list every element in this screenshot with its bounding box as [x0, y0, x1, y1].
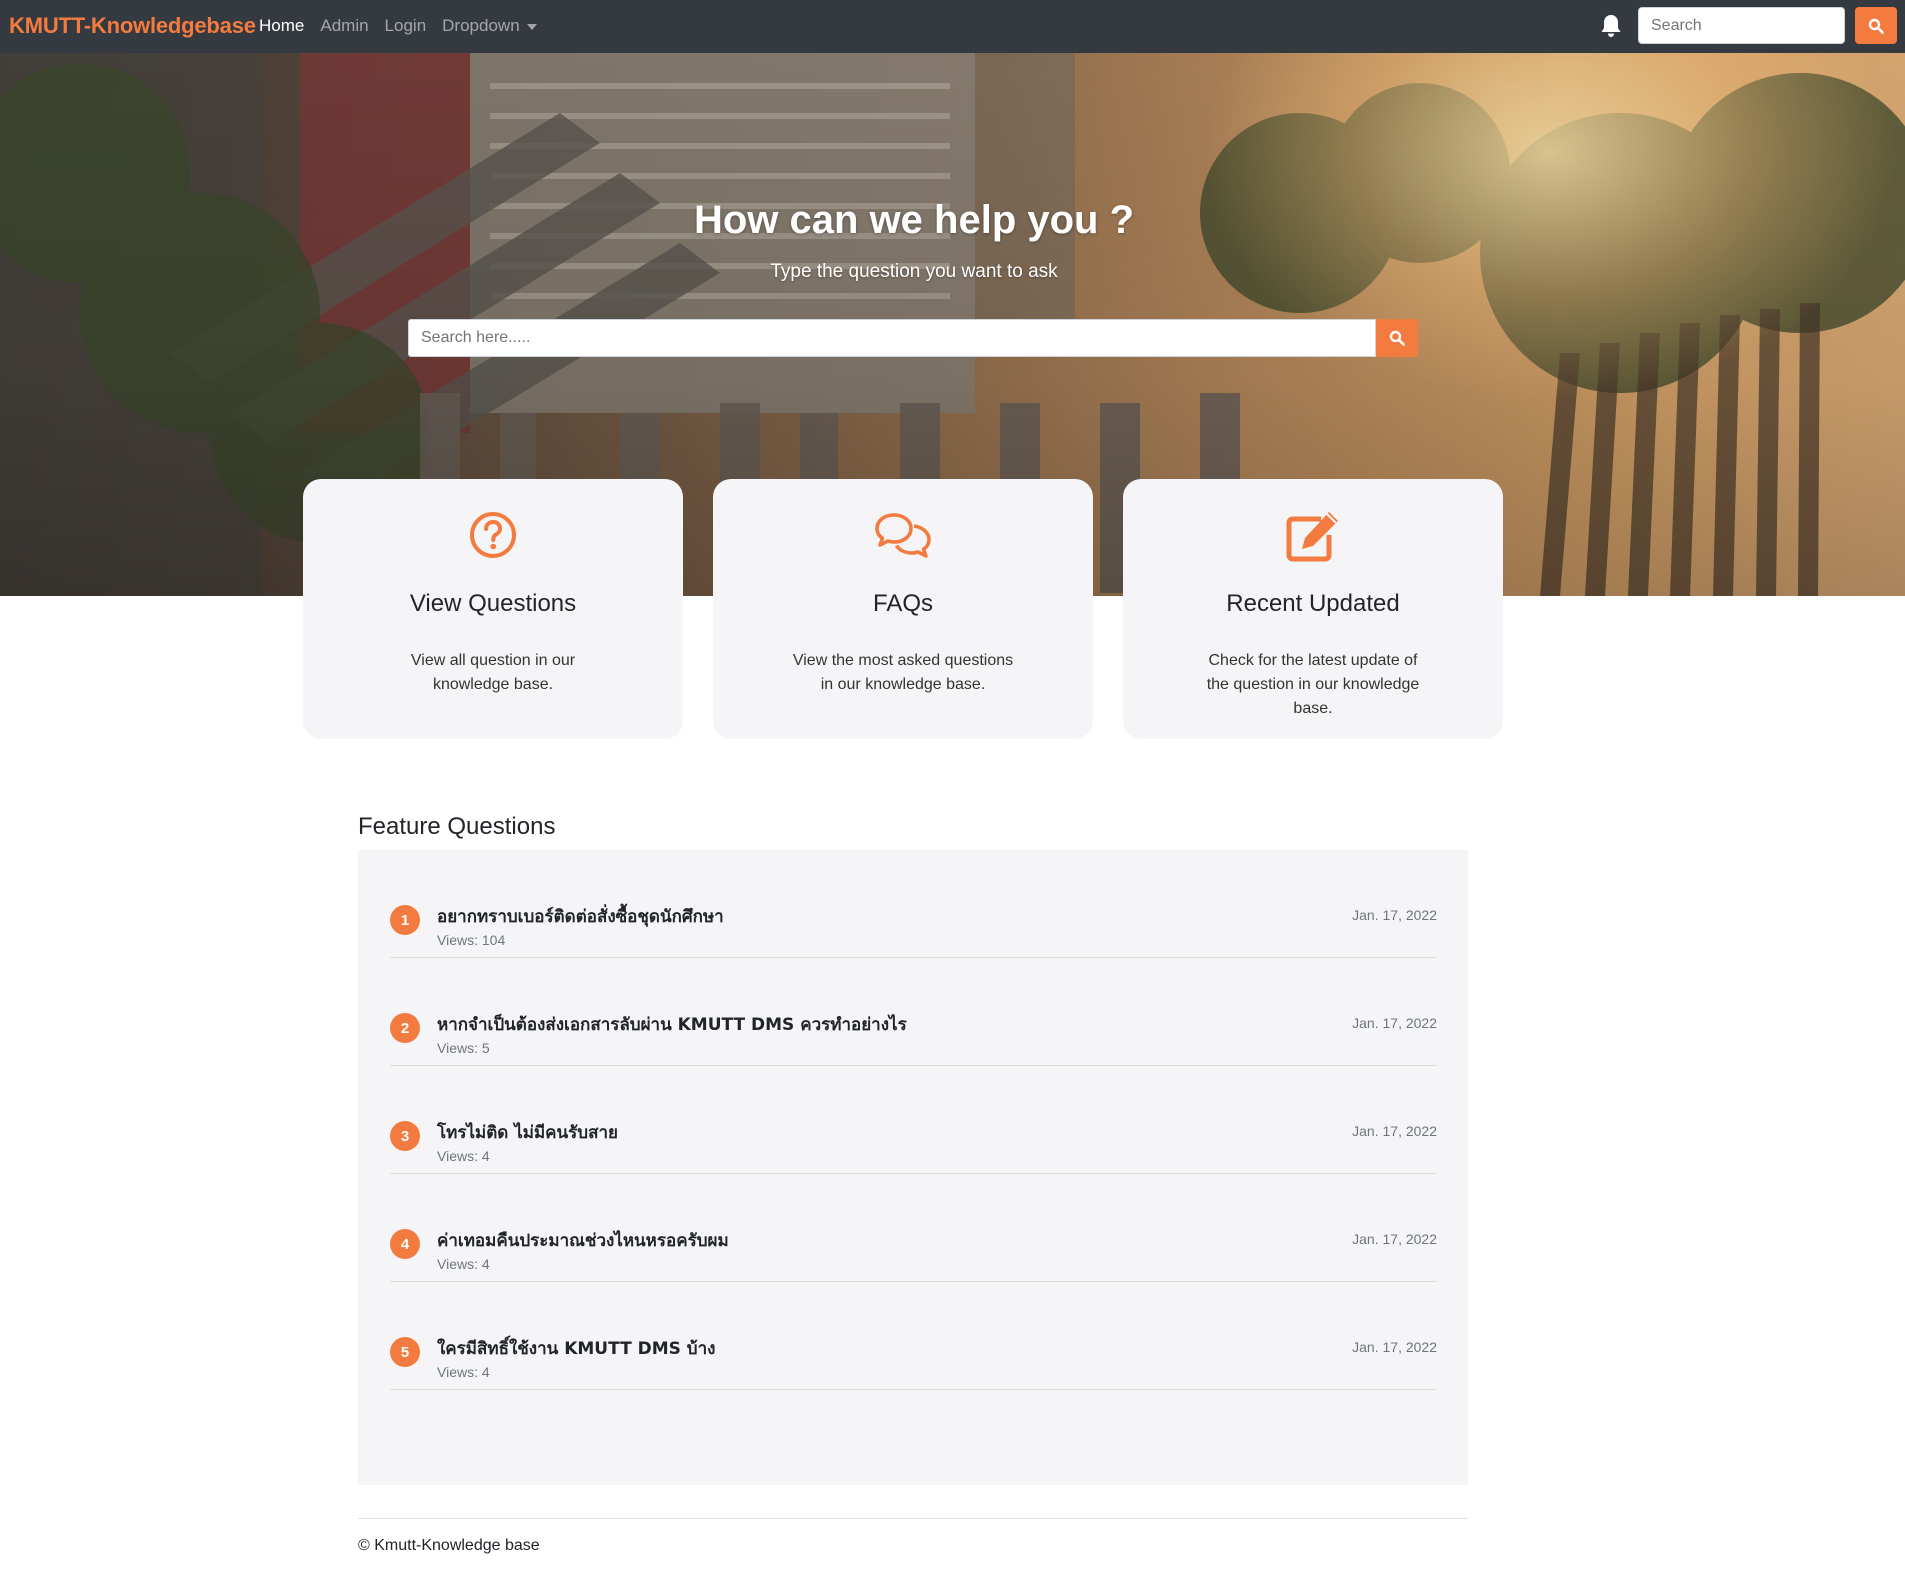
nav-search-input[interactable]: [1638, 7, 1845, 44]
question-title-link[interactable]: โทรไม่ติด ไม่มีคนรับสาย: [437, 1119, 618, 1146]
hero-title: How can we help you ?: [693, 198, 1135, 242]
question-views: Views: 104: [437, 932, 506, 948]
question-title-link[interactable]: ใครมีสิทธิ์ใช้งาน KMUTT DMS บ้าง: [437, 1335, 715, 1362]
comments-icon: [713, 509, 1093, 561]
question-date: Jan. 17, 2022: [1352, 1231, 1437, 1247]
question-number-badge: 4: [390, 1229, 420, 1259]
hero-search-input[interactable]: [408, 319, 1376, 357]
question-item[interactable]: 2 หากจำเป็นต้องส่งเอกสารลับผ่าน KMUTT DM…: [390, 958, 1437, 1066]
question-circle-icon: [303, 509, 683, 561]
footer-divider: [358, 1518, 1468, 1519]
question-date: Jan. 17, 2022: [1352, 1339, 1437, 1355]
question-item[interactable]: 3 โทรไม่ติด ไม่มีคนรับสาย Views: 4 Jan. …: [390, 1066, 1437, 1174]
bell-icon[interactable]: [1599, 13, 1623, 39]
question-date: Jan. 17, 2022: [1352, 907, 1437, 923]
feature-questions-heading: Feature Questions: [358, 813, 556, 840]
question-views: Views: 4: [437, 1364, 490, 1380]
caret-down-icon: [526, 23, 537, 30]
nav-search-button[interactable]: [1855, 7, 1897, 44]
card-title: FAQs: [872, 590, 933, 617]
nav-link-login[interactable]: Login: [385, 16, 427, 36]
question-title-link[interactable]: หากจำเป็นต้องส่งเอกสารลับผ่าน KMUTT DMS …: [437, 1011, 907, 1038]
question-date: Jan. 17, 2022: [1352, 1015, 1437, 1031]
brand-logo[interactable]: KMUTT-Knowledgebase: [9, 13, 256, 39]
question-views: Views: 5: [437, 1040, 490, 1056]
card-description: View all question in our knowledge base.: [410, 652, 576, 693]
footer-copyright: © Kmutt-Knowledge base: [358, 1537, 540, 1554]
question-views: Views: 4: [437, 1148, 490, 1164]
question-number-badge: 3: [390, 1121, 420, 1151]
edit-icon: [1123, 509, 1503, 562]
card-title: Recent Updated: [1226, 590, 1400, 617]
card-title: View Questions: [409, 590, 577, 617]
question-number-badge: 5: [390, 1337, 420, 1367]
feature-questions-list: 1 อยากทราบเบอร์ติดต่อสั่งซื้อชุดนักศึกษา…: [358, 850, 1468, 1485]
card-description: View the most asked questions in our kno…: [792, 652, 1014, 693]
card-view-questions[interactable]: View Questions View all question in our …: [303, 479, 683, 739]
question-title-link[interactable]: อยากทราบเบอร์ติดต่อสั่งซื้อชุดนักศึกษา: [437, 903, 724, 930]
nav-dropdown-label: Dropdown: [442, 16, 520, 35]
nav-dropdown[interactable]: Dropdown: [442, 16, 537, 36]
nav-link-home[interactable]: Home: [259, 16, 304, 36]
card-description: Check for the latest update of the quest…: [1206, 652, 1420, 717]
question-item[interactable]: 5 ใครมีสิทธิ์ใช้งาน KMUTT DMS บ้าง Views…: [390, 1282, 1437, 1390]
card-faqs[interactable]: FAQs View the most asked questions in ou…: [713, 479, 1093, 739]
question-number-badge: 1: [390, 905, 420, 935]
question-date: Jan. 17, 2022: [1352, 1123, 1437, 1139]
search-icon: [1868, 18, 1884, 34]
hero-subtitle: Type the question you want to ask: [770, 261, 1058, 282]
nav-link-admin[interactable]: Admin: [320, 16, 368, 36]
search-icon: [1389, 330, 1405, 346]
question-item[interactable]: 1 อยากทราบเบอร์ติดต่อสั่งซื้อชุดนักศึกษา…: [390, 850, 1437, 958]
question-number-badge: 2: [390, 1013, 420, 1043]
question-title-link[interactable]: ค่าเทอมคืนประมาณช่วงไหนหรอครับผม: [437, 1227, 729, 1254]
navbar: KMUTT-Knowledgebase Home Admin Login Dro…: [0, 0, 1905, 53]
question-views: Views: 4: [437, 1256, 490, 1272]
nav-links: Home Admin Login Dropdown: [259, 16, 553, 36]
hero-search-button[interactable]: [1376, 319, 1418, 357]
question-item[interactable]: 4 ค่าเทอมคืนประมาณช่วงไหนหรอครับผม Views…: [390, 1174, 1437, 1282]
card-recent-updated[interactable]: Recent Updated Check for the latest upda…: [1123, 479, 1503, 739]
